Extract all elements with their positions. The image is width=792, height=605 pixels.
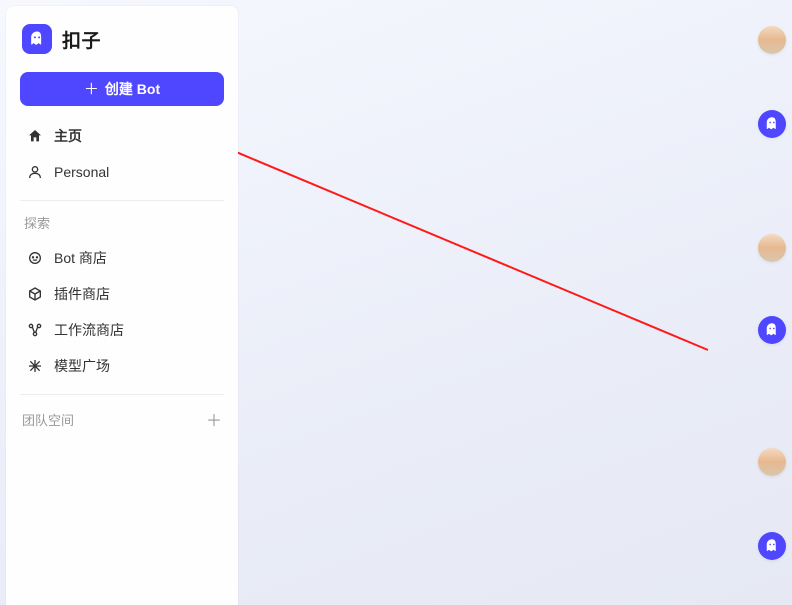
floating-bot-icon[interactable]	[758, 532, 786, 560]
nav-item-label: 模型广场	[54, 356, 110, 376]
nav-item-bot-store[interactable]: Bot 商店	[20, 240, 224, 276]
message-circle-icon	[26, 249, 44, 267]
annotation-arrow	[238, 0, 792, 605]
create-bot-label: 创建 Bot	[105, 79, 160, 99]
nav-explore: Bot 商店 插件商店 工作流商店 模型广场	[20, 240, 224, 384]
nav-item-workflow-store[interactable]: 工作流商店	[20, 312, 224, 348]
nav-item-label: 主页	[54, 126, 82, 146]
sparkles-icon	[26, 357, 44, 375]
section-explore-title: 探索	[20, 213, 224, 240]
floating-bot-icon[interactable]	[758, 316, 786, 344]
divider	[20, 200, 224, 201]
nav-item-personal[interactable]: Personal	[20, 154, 224, 190]
workflow-icon	[26, 321, 44, 339]
add-team-button[interactable]: ＋	[206, 407, 222, 431]
main-area	[238, 0, 792, 605]
plus-icon: ＋	[84, 82, 99, 97]
nav-item-label: Bot 商店	[54, 248, 107, 268]
nav-item-home[interactable]: 主页	[20, 118, 224, 154]
create-bot-button[interactable]: ＋ 创建 Bot	[20, 72, 224, 106]
floating-avatar[interactable]	[758, 448, 786, 476]
floating-avatar[interactable]	[758, 234, 786, 262]
nav-item-label: 插件商店	[54, 284, 110, 304]
floating-avatar[interactable]	[758, 26, 786, 54]
sidebar: 扣子 ＋ 创建 Bot 主页 Personal 探索 Bot 商店	[6, 6, 238, 605]
nav-main: 主页 Personal	[20, 118, 224, 190]
nav-item-label: Personal	[54, 164, 109, 180]
nav-item-plugin-store[interactable]: 插件商店	[20, 276, 224, 312]
person-icon	[26, 163, 44, 181]
cube-icon	[26, 285, 44, 303]
floating-bot-icon[interactable]	[758, 110, 786, 138]
brand-ghost-icon	[27, 29, 47, 49]
divider	[20, 394, 224, 395]
brand: 扣子	[20, 20, 224, 68]
home-icon	[26, 127, 44, 145]
nav-item-label: 工作流商店	[54, 320, 124, 340]
floating-badges	[750, 0, 786, 605]
section-team: 团队空间 ＋	[20, 407, 224, 431]
nav-item-model-playground[interactable]: 模型广场	[20, 348, 224, 384]
brand-logo	[22, 24, 52, 54]
section-team-title: 团队空间	[22, 410, 74, 429]
brand-name: 扣子	[62, 26, 101, 53]
